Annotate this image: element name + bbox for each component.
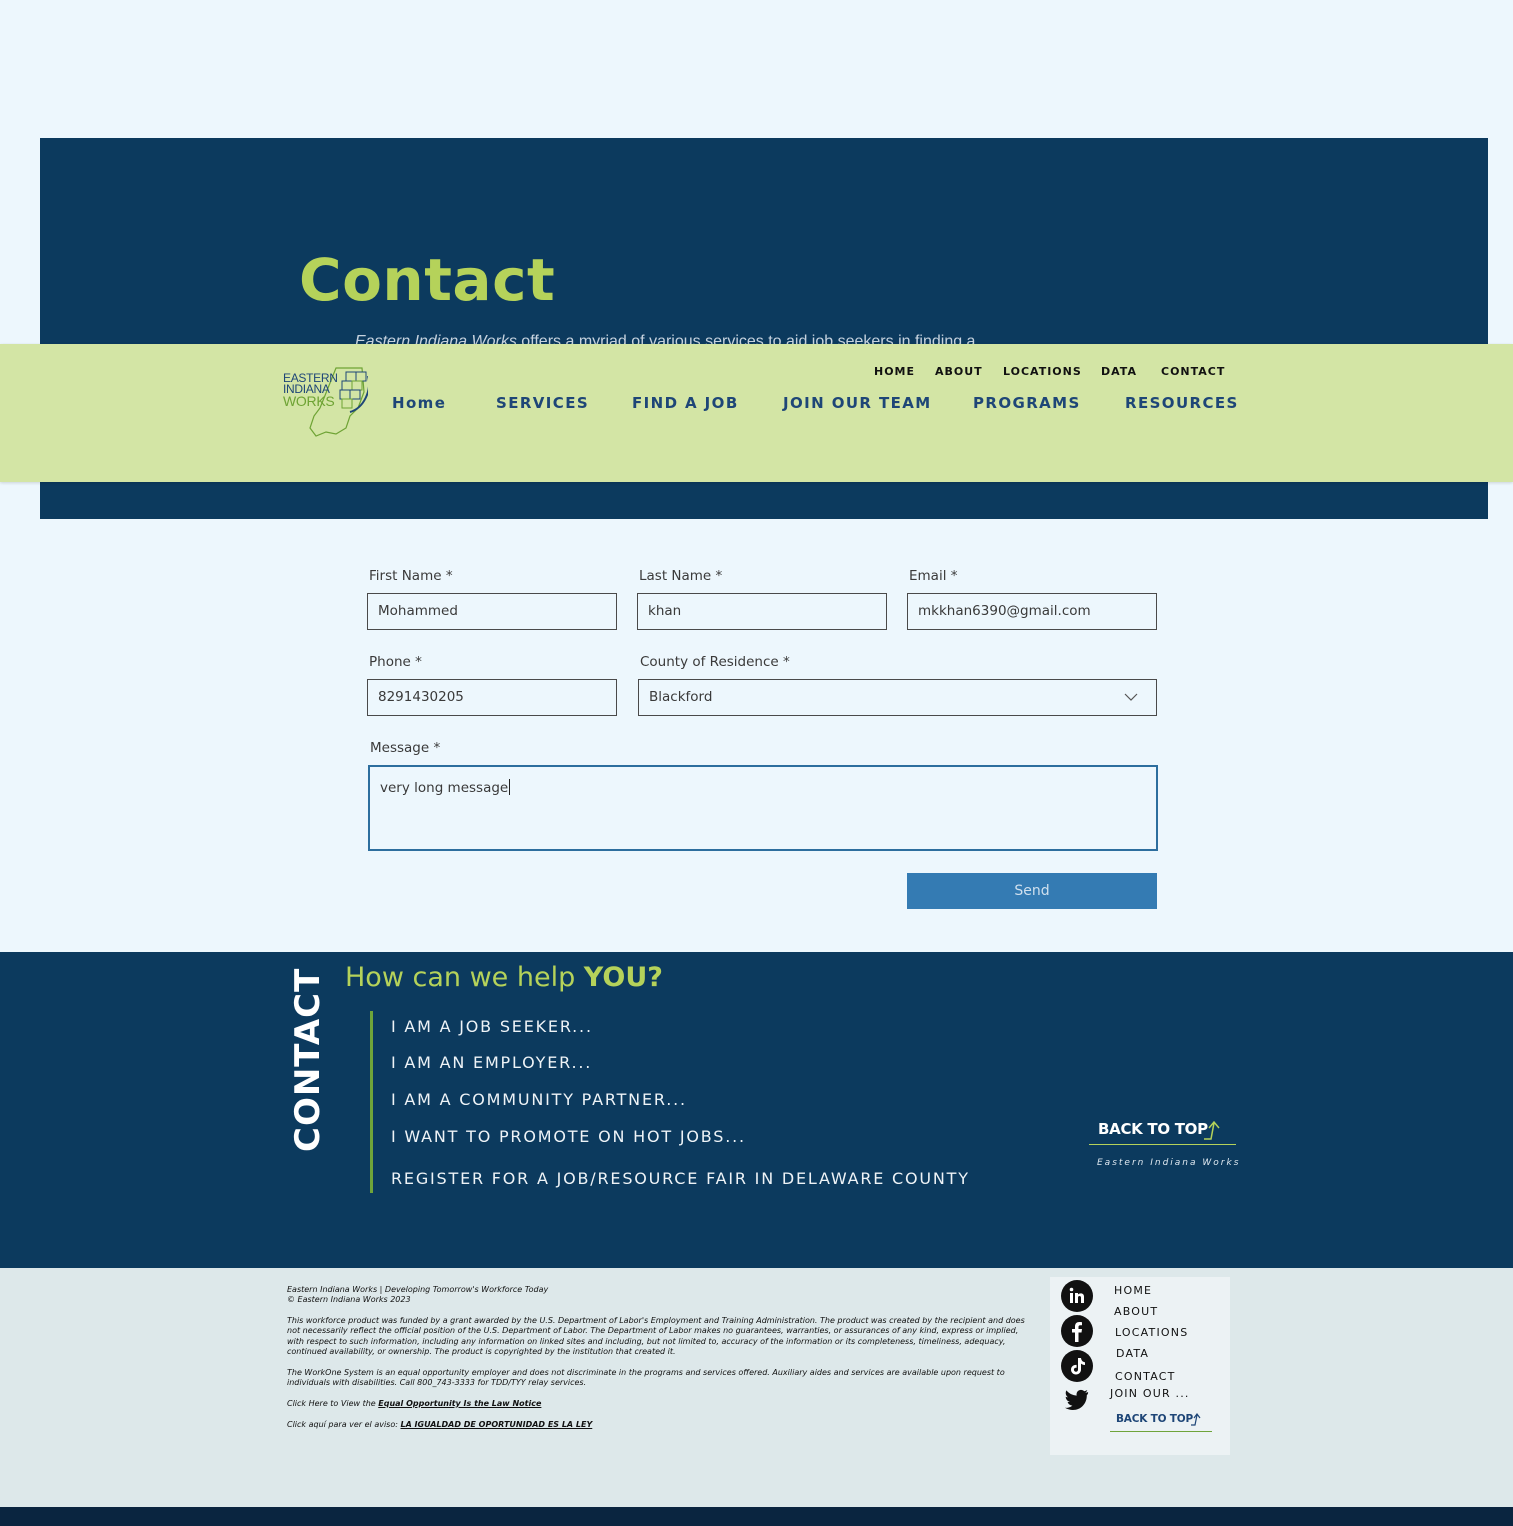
first-name-label: First Name * <box>369 568 453 584</box>
site-header: EASTERN INDIANA WORKS HOME ABOUT LOCATIO… <box>0 344 1513 482</box>
top-nav-locations[interactable]: LOCATIONS <box>1003 365 1082 378</box>
footer-nav-contact[interactable]: CONTACT <box>1115 1370 1176 1383</box>
help-title-bold: YOU? <box>583 962 663 993</box>
footer-nav-join-our-team[interactable]: JOIN OUR ... <box>1110 1387 1190 1400</box>
footer-line-2: © Eastern Indiana Works 2023 <box>287 1295 411 1305</box>
top-nav-data[interactable]: DATA <box>1101 365 1137 378</box>
footer-nav-about[interactable]: ABOUT <box>1114 1305 1158 1318</box>
help-divider-bar <box>370 1011 373 1193</box>
last-name-input[interactable]: khan <box>637 593 887 630</box>
tiktok-link[interactable] <box>1061 1350 1093 1382</box>
main-nav-join-our-team[interactable]: JOIN OUR TEAM <box>783 394 932 412</box>
help-link-employer[interactable]: I AM AN EMPLOYER... <box>391 1053 592 1072</box>
main-nav-home[interactable]: Home <box>392 394 446 412</box>
facebook-link[interactable] <box>1061 1315 1093 1347</box>
message-textarea[interactable]: very long message <box>368 765 1158 851</box>
facebook-icon <box>1072 1322 1082 1342</box>
page-title: Contact <box>299 246 556 314</box>
footer-line-1: Eastern Indiana Works | Developing Tomor… <box>287 1285 549 1294</box>
help-title: How can we help YOU? <box>345 962 663 993</box>
bottom-strip <box>0 1507 1513 1526</box>
contact-vertical-heading: CONTACT <box>288 967 328 1152</box>
main-nav-services[interactable]: SERVICES <box>496 394 589 412</box>
footer-eeo-link[interactable]: Equal Opportunity Is the Law Notice <box>378 1399 541 1408</box>
county-select-value: Blackford <box>649 689 713 705</box>
footer-spanish-link-prefix: Click aquí para ver el aviso: <box>287 1420 401 1429</box>
logo-line-3: WORKS <box>283 393 335 409</box>
help-title-prefix: How can we help <box>345 962 584 993</box>
county-select[interactable]: Blackford <box>638 679 1157 716</box>
help-section <box>0 952 1513 1268</box>
last-name-label: Last Name * <box>639 568 723 584</box>
help-link-job-seeker[interactable]: I AM A JOB SEEKER... <box>391 1017 593 1036</box>
text-cursor <box>509 779 511 795</box>
main-nav-find-a-job[interactable]: FIND A JOB <box>632 394 739 412</box>
tiktok-icon <box>1071 1358 1085 1375</box>
send-button[interactable]: Send <box>907 873 1157 909</box>
logo-text: EASTERN INDIANA WORKS <box>283 372 338 409</box>
footer-spanish-link-line: Click aquí para ver el aviso: LA IGUALDA… <box>287 1420 1027 1430</box>
help-link-job-fair[interactable]: REGISTER FOR A JOB/RESOURCE FAIR IN DELA… <box>391 1169 970 1188</box>
message-text: very long message <box>380 780 509 796</box>
footer-nav-locations[interactable]: LOCATIONS <box>1115 1326 1188 1339</box>
phone-input[interactable]: 8291430205 <box>367 679 617 716</box>
email-label: Email * <box>909 568 958 584</box>
footer-nav-data[interactable]: DATA <box>1116 1347 1149 1360</box>
arrow-up-icon <box>1204 1120 1220 1140</box>
footer-spanish-link[interactable]: LA IGUALDAD DE OPORTUNIDAD ES LA LEY <box>400 1420 592 1429</box>
linkedin-icon <box>1069 1287 1084 1303</box>
footer-dol-disclaimer: This workforce product was funded by a g… <box>287 1316 1025 1357</box>
first-name-input[interactable]: Mohammed <box>367 593 617 630</box>
eastern-indiana-works-logo[interactable]: EASTERN INDIANA WORKS <box>280 362 370 438</box>
twitter-link[interactable] <box>1063 1389 1089 1415</box>
help-link-community-partner[interactable]: I AM A COMMUNITY PARTNER... <box>391 1090 687 1109</box>
email-input[interactable]: mkkhan6390@gmail.com <box>907 593 1157 630</box>
twitter-icon <box>1065 1389 1089 1410</box>
top-nav-home[interactable]: HOME <box>874 365 915 378</box>
back-to-top-label: BACK TO TOP <box>1098 1120 1208 1138</box>
chevron-down-icon <box>1124 693 1138 701</box>
main-nav-resources[interactable]: RESOURCES <box>1125 394 1239 412</box>
footer-eeo-statement: The WorkOne System is an equal opportuni… <box>287 1368 1005 1388</box>
message-label: Message * <box>370 740 441 756</box>
top-nav-contact[interactable]: CONTACT <box>1161 365 1225 378</box>
footer-back-to-top-label: BACK TO TOP <box>1116 1413 1193 1425</box>
top-nav-about[interactable]: ABOUT <box>935 365 983 378</box>
main-nav-programs[interactable]: PROGRAMS <box>973 394 1081 412</box>
footer-eeo-link-prefix: Click Here to View the <box>287 1399 379 1408</box>
county-label: County of Residence * <box>640 654 790 670</box>
footer-eeo-link-line: Click Here to View the Equal Opportunity… <box>287 1399 1027 1409</box>
footer-back-to-top-button[interactable]: BACK TO TOP <box>1110 1410 1212 1432</box>
linkedin-link[interactable] <box>1061 1280 1093 1312</box>
back-to-top-button[interactable]: BACK TO TOP <box>1089 1116 1236 1145</box>
arrow-up-icon <box>1191 1413 1201 1426</box>
footer-nav-home[interactable]: HOME <box>1114 1284 1152 1297</box>
phone-label: Phone * <box>369 654 422 670</box>
footer-tagline: Eastern Indiana Works | Developing Tomor… <box>287 1285 1027 1306</box>
org-name-small: Eastern Indiana Works <box>1097 1158 1241 1168</box>
help-link-hot-jobs[interactable]: I WANT TO PROMOTE ON HOT JOBS... <box>391 1127 746 1146</box>
